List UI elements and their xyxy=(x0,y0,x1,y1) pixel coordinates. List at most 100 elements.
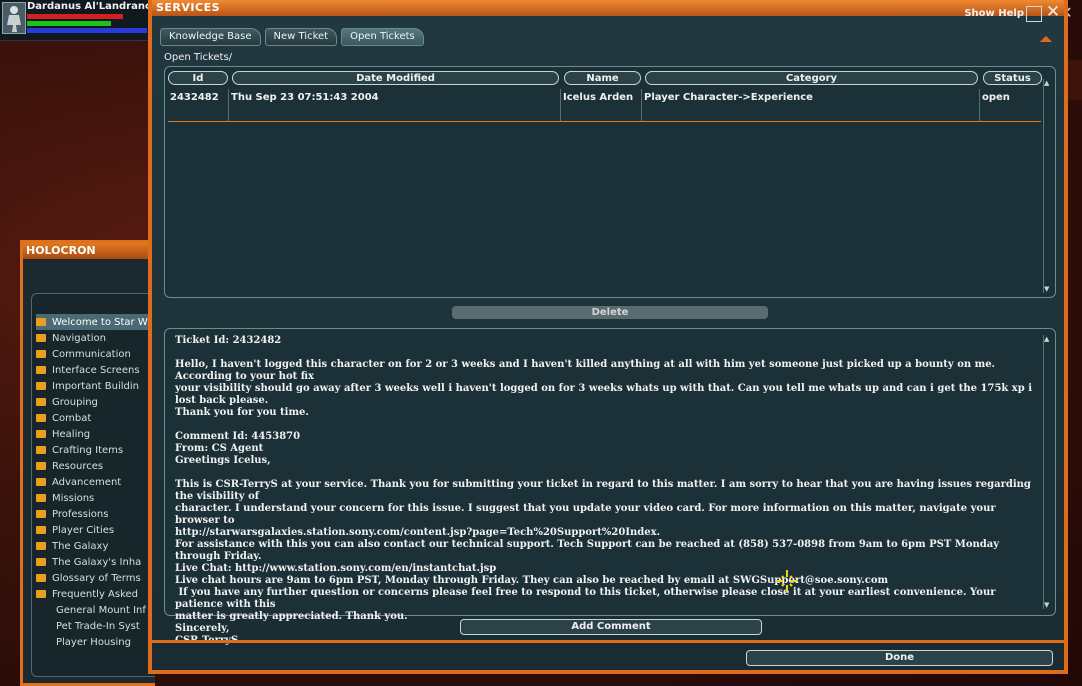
folder-icon xyxy=(36,366,46,374)
list-item-label: Important Buildin xyxy=(52,380,139,392)
list-item-label: Navigation xyxy=(52,332,106,344)
scroll-up-icon[interactable]: ▲ xyxy=(1044,79,1049,87)
folder-icon xyxy=(36,318,46,326)
list-item-label: Combat xyxy=(52,412,92,424)
scroll-down-icon[interactable]: ▼ xyxy=(1044,285,1049,293)
folder-icon xyxy=(36,478,46,486)
list-item[interactable]: Glossary of Terms xyxy=(36,570,148,586)
list-item-label: Crafting Items xyxy=(52,444,124,456)
list-item-label: Communication xyxy=(52,348,131,360)
folder-icon xyxy=(36,414,46,422)
ticket-date-modified: Thu Sep 23 07:51:43 2004 xyxy=(229,89,561,121)
ticket-message-panel: Ticket Id: 2432482 Hello, I haven't logg… xyxy=(164,328,1056,646)
folder-icon xyxy=(36,462,46,470)
list-item[interactable]: Missions xyxy=(36,490,148,506)
column-header-category[interactable]: Category xyxy=(645,71,978,85)
list-item-label: Advancement xyxy=(52,476,122,488)
folder-icon xyxy=(36,334,46,342)
ticket-category: Player Character->Experience xyxy=(642,89,980,121)
list-item[interactable]: The Galaxy's Inha xyxy=(36,554,148,570)
list-item[interactable]: Frequently Asked xyxy=(36,586,148,602)
holocron-window: HOLOCRON Welcome to Star W Navigation Comm… xyxy=(20,240,155,686)
folder-icon xyxy=(36,558,46,566)
folder-icon xyxy=(36,446,46,454)
list-item-label: The Galaxy xyxy=(52,540,109,552)
breadcrumb: Open Tickets/ xyxy=(164,52,233,63)
list-item[interactable]: Crafting Items xyxy=(36,442,148,458)
show-help-label: Show Help xyxy=(964,8,1024,19)
tab-knowledge-base[interactable]: Knowledge Base xyxy=(160,28,261,46)
list-item-label: Player Cities xyxy=(52,524,115,536)
ticket-id: 2432482 xyxy=(168,89,229,121)
list-item[interactable]: Resources xyxy=(36,458,148,474)
resize-arrows-icon[interactable]: ◢◣ xyxy=(1040,34,1052,43)
add-comment-button[interactable]: Add Comment xyxy=(460,619,762,635)
folder-icon xyxy=(36,350,46,358)
health-bar xyxy=(27,14,123,19)
scroll-up-icon[interactable]: ▲ xyxy=(1044,335,1049,343)
tab-new-ticket[interactable]: New Ticket xyxy=(264,28,338,46)
column-header-name[interactable]: Name xyxy=(564,71,641,85)
done-button[interactable]: Done xyxy=(746,650,1053,666)
list-item[interactable]: Player Cities xyxy=(36,522,148,538)
list-item-label: Player Housing xyxy=(56,636,131,648)
list-item[interactable]: Navigation xyxy=(36,330,148,346)
folder-icon xyxy=(36,398,46,406)
list-item-label: Glossary of Terms xyxy=(52,572,141,584)
crosshair-cursor-icon xyxy=(776,570,798,592)
tickets-scrollbar[interactable]: ▲ ▼ xyxy=(1043,79,1052,293)
table-row[interactable]: 2432482 Thu Sep 23 07:51:43 2004 Icelus … xyxy=(168,89,1041,122)
list-item[interactable]: General Mount Inf xyxy=(36,602,148,618)
list-item[interactable]: Interface Screens xyxy=(36,362,148,378)
list-item-label: Professions xyxy=(52,508,109,520)
mind-bar xyxy=(27,28,147,33)
close-icon[interactable]: ✕ xyxy=(1044,2,1062,22)
holocron-title: HOLOCRON xyxy=(23,243,155,259)
delete-button[interactable]: Delete xyxy=(452,306,768,319)
folder-icon xyxy=(36,526,46,534)
list-item-label: General Mount Inf xyxy=(56,604,146,616)
list-item[interactable]: Pet Trade-In Syst xyxy=(36,618,148,634)
list-item-label: Resources xyxy=(52,460,104,472)
list-item-label: Pet Trade-In Syst xyxy=(56,620,140,632)
column-header-date-modified[interactable]: Date Modified xyxy=(232,71,559,85)
tickets-table: Id Date Modified Name Category Status 24… xyxy=(164,66,1056,298)
show-help-checkbox[interactable] xyxy=(1026,6,1042,22)
player-name: Dardanus Al'Landranoris xyxy=(27,1,167,12)
services-window: SERVICES Show Help ✕ Knowledge Base New … xyxy=(148,0,1068,674)
list-item-label: Interface Screens xyxy=(52,364,140,376)
list-item[interactable]: Combat xyxy=(36,410,148,426)
holocron-tree: Welcome to Star W Navigation Communication… xyxy=(31,293,155,677)
list-item-label: Frequently Asked xyxy=(52,588,139,600)
list-item[interactable]: Advancement xyxy=(36,474,148,490)
list-item[interactable]: Professions xyxy=(36,506,148,522)
list-item[interactable]: The Galaxy xyxy=(36,538,148,554)
list-item[interactable]: Communication xyxy=(36,346,148,362)
list-item-label: Missions xyxy=(52,492,95,504)
list-item[interactable]: Player Housing xyxy=(36,634,148,650)
list-item[interactable]: Welcome to Star W xyxy=(36,314,148,330)
folder-icon xyxy=(36,430,46,438)
folder-icon xyxy=(36,382,46,390)
column-header-id[interactable]: Id xyxy=(168,71,228,85)
scroll-down-icon[interactable]: ▼ xyxy=(1044,601,1049,609)
list-item[interactable]: Healing xyxy=(36,426,148,442)
ticket-status: open xyxy=(982,92,1010,103)
services-titlebar[interactable]: SERVICES xyxy=(152,0,1064,16)
list-item-label: Grouping xyxy=(52,396,98,408)
services-tabs: Knowledge Base New Ticket Open Tickets xyxy=(160,28,424,46)
services-title: SERVICES xyxy=(156,1,221,14)
folder-icon xyxy=(36,542,46,550)
footer-divider xyxy=(152,640,1064,643)
column-header-status[interactable]: Status xyxy=(983,71,1042,85)
tab-open-tickets[interactable]: Open Tickets xyxy=(341,28,424,46)
holocron-topic-list: Welcome to Star W Navigation Communication… xyxy=(36,314,148,650)
list-item-label: Welcome to Star W xyxy=(52,316,148,328)
player-portrait-icon[interactable] xyxy=(2,2,26,34)
list-item[interactable]: Grouping xyxy=(36,394,148,410)
player-status: Dardanus Al'Landranoris xyxy=(0,0,166,41)
folder-icon xyxy=(36,574,46,582)
list-item[interactable]: Important Buildin xyxy=(36,378,148,394)
list-item-label: The Galaxy's Inha xyxy=(52,556,142,568)
message-scrollbar[interactable]: ▲ ▼ xyxy=(1043,335,1052,609)
